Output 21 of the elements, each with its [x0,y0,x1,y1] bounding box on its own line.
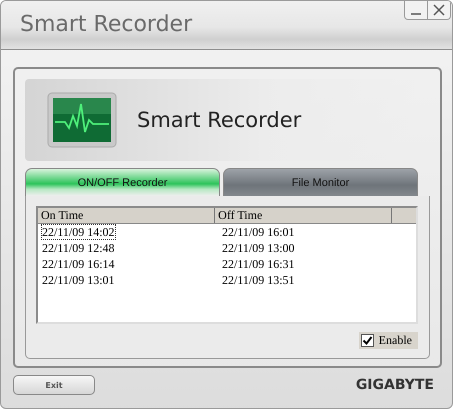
table-cell[interactable]: 22/11/09 13:00 [221,240,296,256]
table-cell[interactable]: 22/11/09 12:48 [41,240,116,256]
app-title: Smart Recorder [137,108,302,132]
checkbox[interactable] [360,334,374,347]
column-header[interactable]: Off Time [215,208,392,223]
table-cell[interactable]: 22/11/09 14:02 [41,224,116,240]
table-cell[interactable]: 22/11/09 16:14 [41,256,116,272]
check-icon [362,335,373,346]
heartbeat-monitor-icon [47,92,117,148]
window-title: Smart Recorder [20,12,192,37]
table-cell[interactable]: 22/11/09 13:01 [41,272,116,288]
column-header[interactable]: On Time [38,208,216,223]
table-cell[interactable]: 22/11/09 16:31 [221,256,296,272]
exit-button[interactable]: Exit [13,375,95,395]
table-cell[interactable]: 22/11/09 16:01 [221,224,296,240]
tab[interactable]: ON/OFF Recorder [25,168,220,196]
brand-logo: GIGABYTE [356,377,434,393]
table-cell[interactable]: 22/11/09 13:51 [221,272,296,288]
enable-label: Enable [378,333,412,348]
enable-checkbox[interactable]: Enable [358,332,418,349]
tab[interactable]: File Monitor [223,168,418,196]
